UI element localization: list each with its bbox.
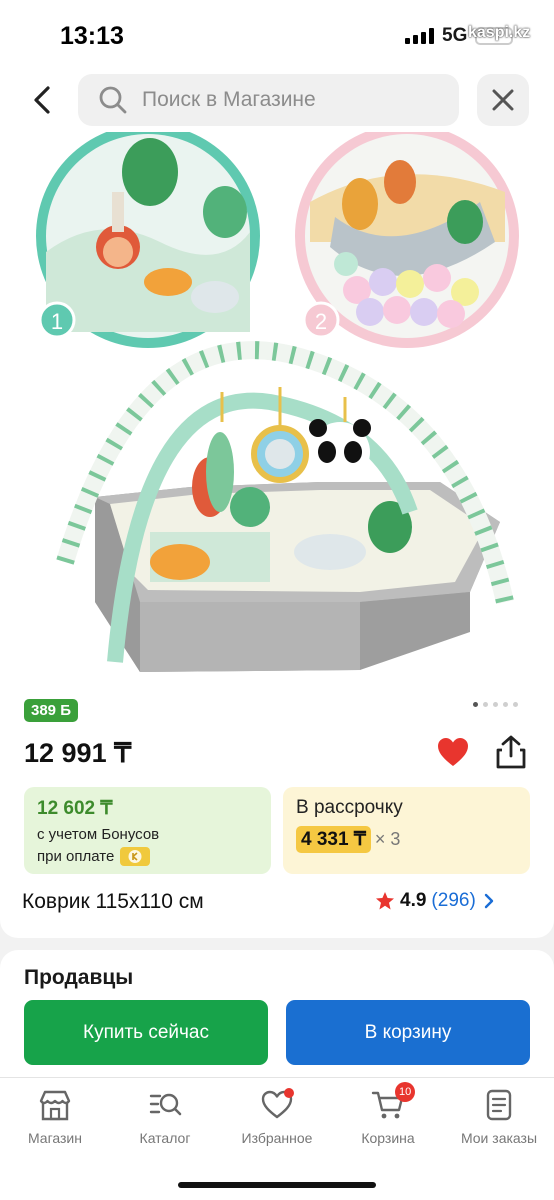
close-icon — [492, 89, 514, 111]
search-input[interactable]: Поиск в Магазине — [78, 74, 459, 126]
buy-now-button[interactable]: Купить сейчас — [24, 1000, 268, 1065]
status-time: 13:13 — [60, 22, 124, 50]
search-placeholder: Поиск в Магазине — [142, 88, 316, 111]
tab-catalog-label: Каталог — [139, 1130, 191, 1146]
bonus-price: 12 602 ₸ — [37, 798, 113, 819]
gallery-dot[interactable] — [513, 702, 518, 707]
chevron-left-icon — [34, 86, 50, 114]
bonus-badge: 389 Б — [24, 699, 78, 722]
bonus-line-1: с учетом Бонусов — [37, 826, 160, 843]
tab-favorites-label: Избранное — [241, 1130, 313, 1146]
play-mat-illustration: 1 2 — [36, 132, 519, 672]
tab-store[interactable]: Магазин — [0, 1088, 110, 1146]
tab-cart[interactable]: 10 Корзина — [333, 1082, 443, 1146]
add-to-cart-button[interactable]: В корзину — [286, 1000, 530, 1065]
installment-card[interactable]: В рассрочку 4 331 ₸ × 3 — [283, 787, 530, 874]
kaspi-gold-icon — [120, 847, 151, 866]
heart-filled-icon — [438, 738, 468, 766]
callout-1: 1 — [51, 309, 63, 334]
catalog-icon — [149, 1093, 182, 1116]
search-icon — [99, 86, 127, 114]
tab-store-label: Магазин — [27, 1130, 82, 1146]
installment-label: В рассрочку — [296, 797, 403, 818]
gallery-dot[interactable] — [483, 702, 488, 707]
back-button[interactable] — [22, 80, 62, 120]
cart-badge: 10 — [395, 1082, 416, 1102]
product-info: 389 Б 12 991 ₸ 12 602 ₸ с учетом Бонусов… — [0, 688, 554, 938]
signal-icon — [405, 28, 434, 44]
rating-value: 4.9 — [400, 890, 427, 911]
gallery-dot-active[interactable] — [473, 702, 478, 707]
watermark: kaspi.kz — [468, 24, 531, 41]
share-button[interactable] — [494, 734, 530, 770]
sellers-section: Продавцы Купить сейчас В корзину — [0, 950, 554, 1090]
close-button[interactable] — [477, 74, 529, 126]
callout-2: 2 — [315, 309, 327, 334]
favorites-dot — [284, 1088, 294, 1098]
sellers-title: Продавцы — [24, 966, 134, 989]
gallery-dot[interactable] — [493, 702, 498, 707]
favorite-button[interactable] — [436, 736, 472, 768]
home-indicator — [178, 1182, 376, 1188]
tab-orders[interactable]: Мои заказы — [444, 1088, 554, 1146]
gallery-dot[interactable] — [503, 702, 508, 707]
network-type: 5G — [442, 25, 468, 46]
bonus-price-card[interactable]: 12 602 ₸ с учетом Бонусов при оплате — [24, 787, 271, 874]
product-price: 12 991 ₸ — [24, 738, 132, 768]
tab-catalog[interactable]: Каталог — [110, 1088, 220, 1146]
chevron-right-icon — [484, 893, 493, 909]
share-icon — [496, 735, 526, 769]
header: Поиск в Магазине — [0, 70, 554, 132]
star-icon — [376, 892, 394, 910]
installment-price: 4 331 ₸ — [296, 826, 371, 853]
tab-favorites[interactable]: Избранное — [222, 1088, 332, 1146]
tab-orders-label: Мои заказы — [460, 1130, 538, 1146]
orders-icon — [486, 1089, 512, 1121]
store-icon — [39, 1090, 71, 1121]
gallery-dots — [473, 702, 518, 707]
installment-multiplier: × 3 — [374, 829, 401, 849]
tab-cart-label: Корзина — [361, 1130, 415, 1146]
bonus-line-2: при оплате — [37, 848, 115, 865]
product-title: Коврик 115x110 см — [22, 890, 204, 913]
rating-link[interactable]: 4.9 (296) — [375, 890, 497, 912]
product-image[interactable]: 1 2 — [0, 132, 554, 688]
reviews-count: (296) — [431, 890, 476, 911]
status-bar: 13:13 5G kaspi.kz — [0, 0, 554, 70]
screen: 13:13 5G kaspi.kz Поиск в Магазине 1 2 3… — [0, 0, 554, 1200]
